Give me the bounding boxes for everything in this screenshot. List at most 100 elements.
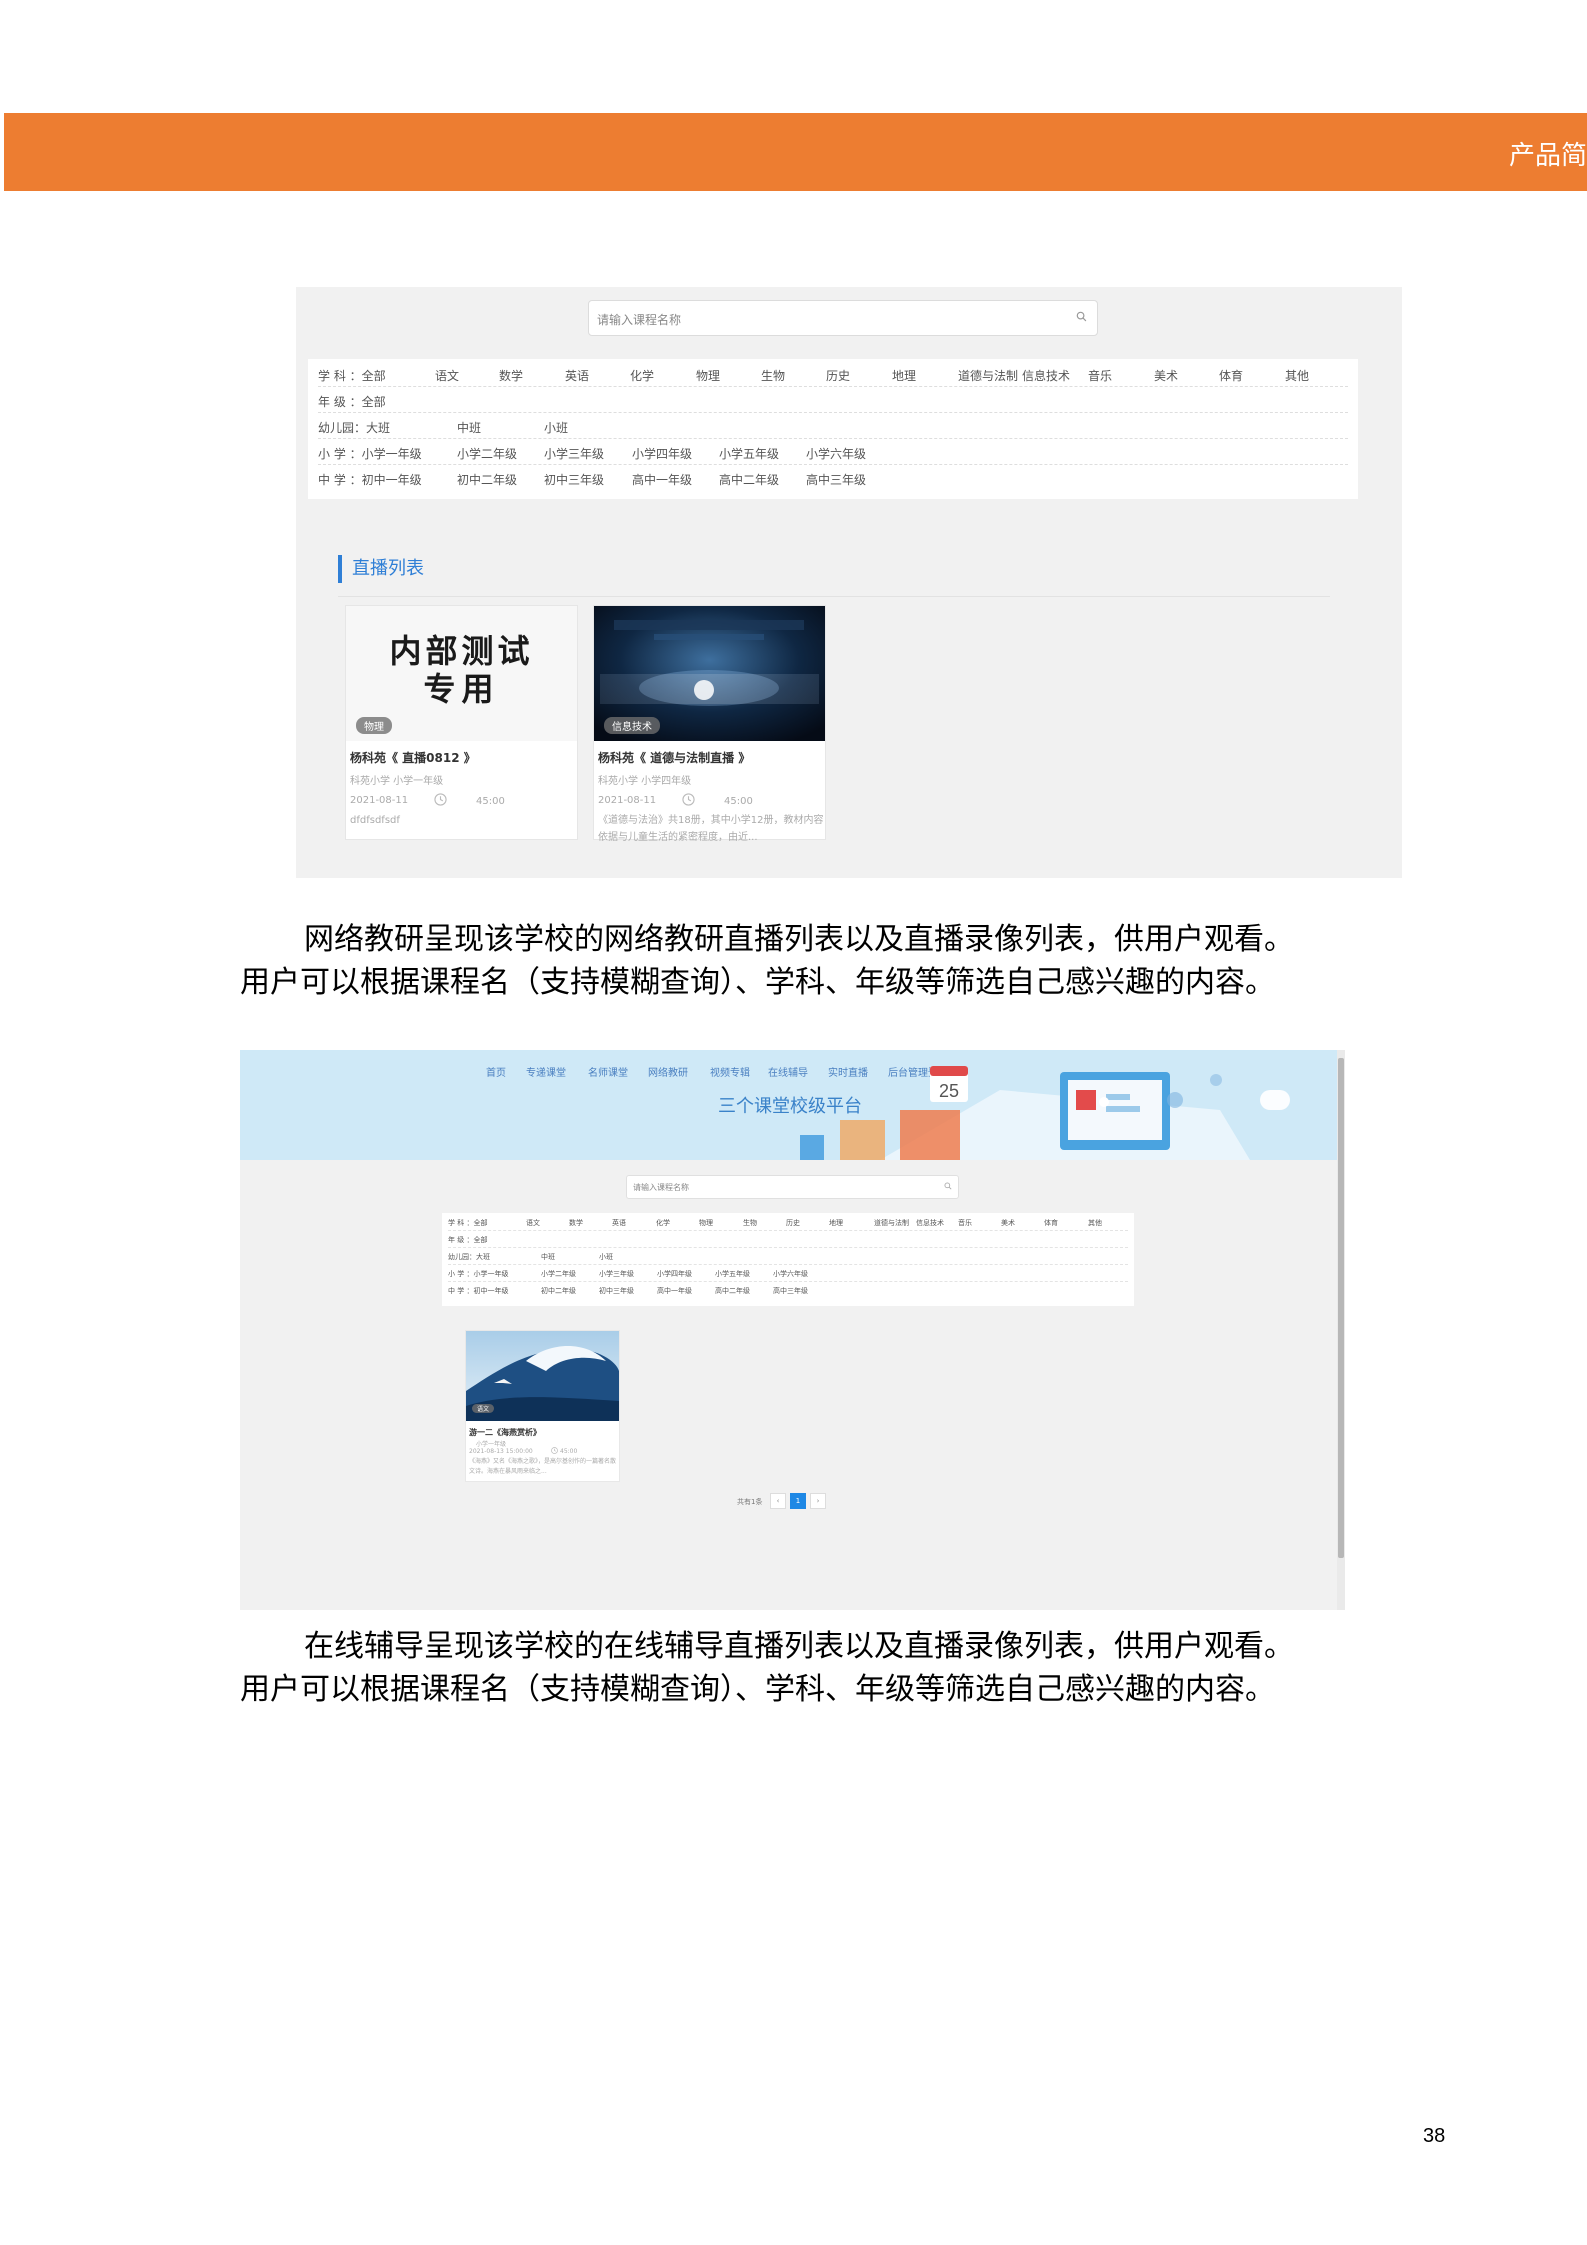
filter-option[interactable]: 道德与法制 <box>874 1218 909 1228</box>
nav-item-video-album[interactable]: 视频专辑 <box>710 1064 750 1079</box>
filter-option[interactable]: 高中三年级 <box>806 471 866 488</box>
filter-label[interactable]: 小 学 ：小学一年级 <box>448 1269 508 1279</box>
filter-option[interactable]: 中班 <box>541 1252 555 1262</box>
filter-row-middle: 中 学 ：初中一年级 初中二年级 初中三年级 高中一年级 高中二年级 高中三年级 <box>318 465 1348 491</box>
card-date: 2021-08-11 <box>350 795 409 806</box>
filter-option[interactable]: 体育 <box>1044 1218 1058 1228</box>
filter-option[interactable]: 高中二年级 <box>719 471 779 488</box>
filter-option[interactable]: 高中一年级 <box>632 471 692 488</box>
filter-label[interactable]: 幼儿园：大班 <box>448 1252 490 1262</box>
filter-option[interactable]: 小学二年级 <box>541 1269 576 1279</box>
filter-option[interactable]: 其他 <box>1088 1218 1102 1228</box>
section-divider <box>338 596 1330 597</box>
caption-line: 网络教研呈现该学校的网络教研直播列表以及直播录像列表，供用户观看。 <box>304 922 1294 957</box>
filter-option[interactable]: 地理 <box>892 367 916 384</box>
filter-label[interactable]: 年 级 ：全部 <box>448 1235 487 1245</box>
search-input[interactable]: 请输入课程名称 <box>588 300 1098 336</box>
filter-option[interactable]: 信息技术 <box>916 1218 944 1228</box>
filter-option[interactable]: 小学二年级 <box>457 445 517 462</box>
filter-option[interactable]: 小学六年级 <box>773 1269 808 1279</box>
nav-item-network-research[interactable]: 网络教研 <box>648 1064 688 1079</box>
card-thumbnail[interactable]: 内部测试 专用 物理 <box>346 606 577 741</box>
tutoring-card[interactable]: 语文 游一二《海燕赏析》 小学一年级 2021-08-13 15:00:00 4… <box>465 1330 620 1482</box>
filter-option[interactable]: 音乐 <box>958 1218 972 1228</box>
filter-option[interactable]: 小学四年级 <box>632 445 692 462</box>
filter-option[interactable]: 地理 <box>829 1218 843 1228</box>
nav-item-live[interactable]: 实时直播 <box>828 1064 868 1079</box>
filter-option[interactable]: 初中二年级 <box>457 471 517 488</box>
filter-label[interactable]: 小 学 ：小学一年级 <box>318 445 422 462</box>
card-thumbnail[interactable]: 语文 <box>466 1331 619 1421</box>
filter-option[interactable]: 小班 <box>544 419 568 436</box>
filter-option[interactable]: 初中三年级 <box>544 471 604 488</box>
filter-option[interactable]: 小学三年级 <box>544 445 604 462</box>
card-description: 《海燕》又名《海燕之歌》，是高尔基创作的一篇著名散文诗。海燕在暴风雨来临之... <box>469 1458 617 1475</box>
filter-option[interactable]: 高中一年级 <box>657 1286 692 1296</box>
search-input[interactable]: 请输入课程名称 <box>626 1175 959 1199</box>
filter-option[interactable]: 小学六年级 <box>806 445 866 462</box>
filter-label[interactable]: 幼儿园：大班 <box>318 419 390 436</box>
page-button-current[interactable]: 1 <box>790 1493 806 1509</box>
filter-row-grade: 年 级 ：全部 <box>318 387 1348 413</box>
filter-option[interactable]: 道德与法制 <box>958 367 1018 384</box>
filter-option[interactable]: 物理 <box>699 1218 713 1228</box>
filter-option[interactable]: 其他 <box>1285 367 1309 384</box>
page-number: 38 <box>1423 2125 1446 2147</box>
scrollbar-thumb[interactable] <box>1338 1058 1344 1558</box>
card-duration: 45:00 <box>560 1448 578 1455</box>
document-title: 产品简 <box>1508 141 1587 171</box>
prev-page-button[interactable]: ‹ <box>770 1493 786 1509</box>
filter-option[interactable]: 英语 <box>612 1218 626 1228</box>
filter-option[interactable]: 化学 <box>630 367 654 384</box>
filter-option[interactable]: 数学 <box>569 1218 583 1228</box>
filter-option[interactable]: 音乐 <box>1088 367 1112 384</box>
filter-option[interactable]: 信息技术 <box>1022 367 1070 384</box>
filter-option[interactable]: 高中三年级 <box>773 1286 808 1296</box>
card-thumbnail[interactable]: 信息技术 <box>594 606 825 741</box>
filter-option[interactable]: 小班 <box>599 1252 613 1262</box>
search-icon[interactable] <box>944 1182 952 1190</box>
caption-network-research: 网络教研呈现该学校的网络教研直播列表以及直播录像列表，供用户观看。 用户可以根据… <box>240 918 1340 1004</box>
filter-option[interactable]: 初中三年级 <box>599 1286 634 1296</box>
live-card[interactable]: 内部测试 专用 物理 杨科苑《 直播0812 》 科苑小学 小学一年级 2021… <box>345 605 578 840</box>
card-title[interactable]: 游一二《海燕赏析》 <box>469 1427 541 1438</box>
filter-option[interactable]: 数学 <box>499 367 523 384</box>
filter-label[interactable]: 学 科 ：全部 <box>448 1218 487 1228</box>
card-description: dfdfsdfsdf <box>350 815 400 826</box>
next-page-button[interactable]: › <box>810 1493 826 1509</box>
header-bar: 产品简 <box>4 113 1587 191</box>
filter-label[interactable]: 中 学 ：初中一年级 <box>448 1286 508 1296</box>
nav-item-famous-teacher[interactable]: 名师课堂 <box>588 1064 628 1079</box>
card-title[interactable]: 杨科苑《 道德与法制直播 》 <box>598 749 750 766</box>
scrollbar[interactable] <box>1337 1050 1345 1610</box>
filter-option[interactable]: 英语 <box>565 367 589 384</box>
filter-label[interactable]: 年 级 ：全部 <box>318 393 386 410</box>
nav-item-online-tutoring[interactable]: 在线辅导 <box>768 1064 808 1079</box>
filter-option[interactable]: 美术 <box>1001 1218 1015 1228</box>
nav-item-home[interactable]: 首页 <box>486 1064 506 1079</box>
card-title[interactable]: 杨科苑《 直播0812 》 <box>350 749 476 766</box>
filter-option[interactable]: 小学五年级 <box>715 1269 750 1279</box>
filter-option[interactable]: 美术 <box>1154 367 1178 384</box>
nav-item-dedicated-class[interactable]: 专递课堂 <box>526 1064 566 1079</box>
filter-option[interactable]: 小学四年级 <box>657 1269 692 1279</box>
filter-option[interactable]: 小学三年级 <box>599 1269 634 1279</box>
filter-option[interactable]: 高中二年级 <box>715 1286 750 1296</box>
filter-option[interactable]: 小学五年级 <box>719 445 779 462</box>
filter-label[interactable]: 学 科 ：全部 <box>318 367 386 384</box>
filter-option[interactable]: 历史 <box>786 1218 800 1228</box>
filter-option[interactable]: 语文 <box>526 1218 540 1228</box>
filter-option[interactable]: 语文 <box>435 367 459 384</box>
filter-option[interactable]: 生物 <box>761 367 785 384</box>
filter-option[interactable]: 化学 <box>656 1218 670 1228</box>
search-icon[interactable] <box>1076 311 1087 322</box>
filter-option[interactable]: 物理 <box>696 367 720 384</box>
filter-label[interactable]: 中 学 ：初中一年级 <box>318 471 422 488</box>
filter-option[interactable]: 初中二年级 <box>541 1286 576 1296</box>
filter-option[interactable]: 历史 <box>826 367 850 384</box>
filter-option[interactable]: 中班 <box>457 419 481 436</box>
filter-option[interactable]: 生物 <box>743 1218 757 1228</box>
live-card[interactable]: 信息技术 杨科苑《 道德与法制直播 》 科苑小学 小学四年级 2021-08-1… <box>593 605 826 843</box>
filter-option[interactable]: 体育 <box>1219 367 1243 384</box>
filter-row-kindergarten: 幼儿园：大班 中班 小班 <box>448 1248 1128 1265</box>
